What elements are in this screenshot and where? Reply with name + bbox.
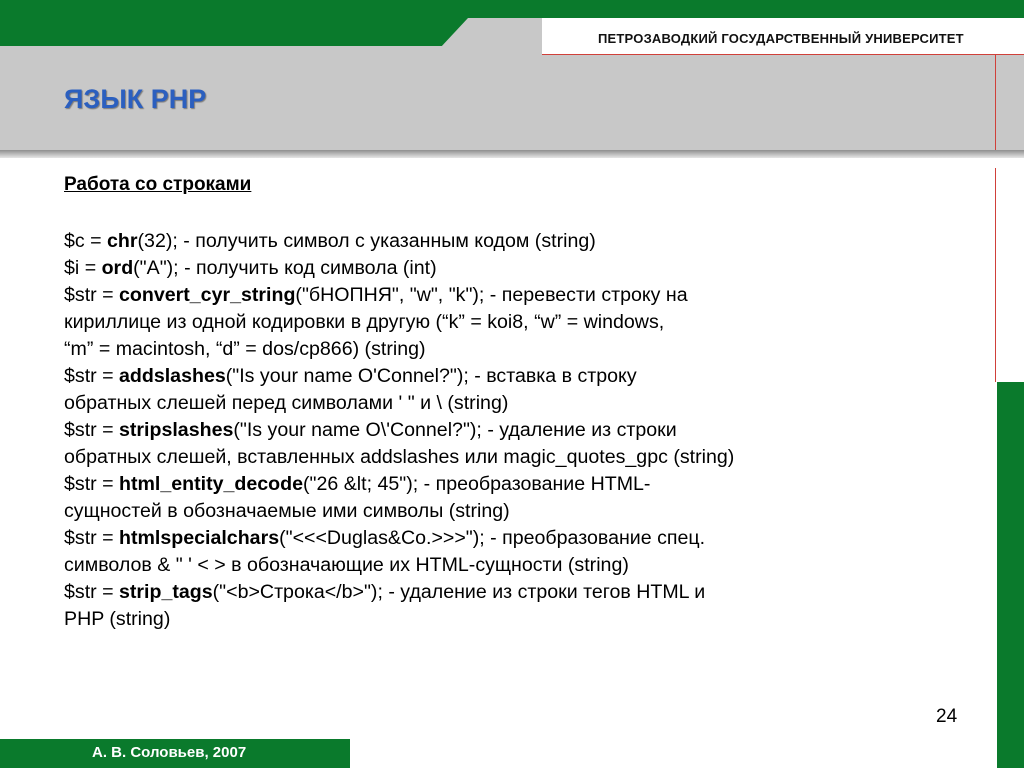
content-line: $str = stripslashes("Is your name O\'Con… <box>64 419 677 441</box>
function-name: stripslashes <box>119 419 234 441</box>
function-name: strip_tags <box>119 581 213 603</box>
content-line: $i = ord("A"); - получить код символа (i… <box>64 257 437 279</box>
function-name: chr <box>107 230 138 252</box>
function-name: convert_cyr_string <box>119 284 296 306</box>
content-line: PHP (string) <box>64 608 171 630</box>
slide-content: $c = chr(32); - получить символ с указан… <box>64 228 984 633</box>
content-line: кириллице из одной кодировки в другую (“… <box>64 311 665 333</box>
content-line: обратных слешей, вставленных addslashes … <box>64 446 735 468</box>
function-name: htmlspecialchars <box>119 527 280 549</box>
content-line: $c = chr(32); - получить символ с указан… <box>64 230 596 252</box>
author-credit: А. В. Соловьев, 2007 <box>92 744 247 761</box>
function-name: addslashes <box>119 365 226 387</box>
university-name: ПЕТРОЗАВОДКИЙ ГОСУДАРСТВЕННЫЙ УНИВЕРСИТЕ… <box>598 31 964 46</box>
content-line: $str = addslashes("Is your name O'Connel… <box>64 365 637 387</box>
content-line: $str = html_entity_decode("26 &lt; 45");… <box>64 473 651 495</box>
content-line: $str = convert_cyr_string("бНОПНЯ", "w",… <box>64 284 688 306</box>
title-shadow <box>0 150 1024 158</box>
content-line: “m” = macintosh, “d” = dos/cp866) (strin… <box>64 338 426 360</box>
content-line: символов & " ' < > в обозначающие их HTM… <box>64 554 629 576</box>
content-line: сущностей в обозначаемые ими символы (st… <box>64 500 510 522</box>
function-name: html_entity_decode <box>119 473 304 495</box>
page-number: 24 <box>936 706 958 727</box>
content-line: $str = htmlspecialchars("<<<Duglas&Co.>>… <box>64 527 706 549</box>
right-green-bar <box>997 382 1024 768</box>
slide-title: ЯЗЫК PHP <box>64 84 207 114</box>
content-line: $str = strip_tags("<b>Строка</b>"); - уд… <box>64 581 706 603</box>
section-heading: Работа со строками <box>64 174 252 195</box>
accent-line-mid <box>995 168 996 382</box>
function-name: ord <box>101 257 134 279</box>
content-line: обратных слешей перед символами ' " и \ … <box>64 392 509 414</box>
accent-line-top <box>995 54 996 150</box>
